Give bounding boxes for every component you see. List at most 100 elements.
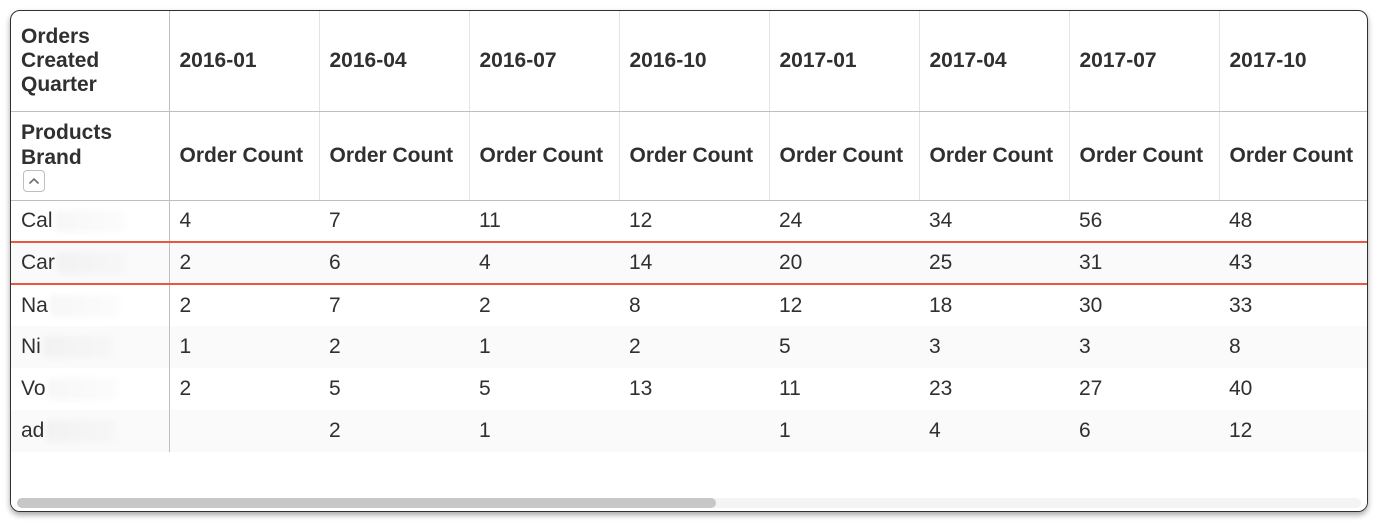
table-row: Vo 2 5 5 13 11 23 27 40: [11, 368, 1368, 410]
data-cell[interactable]: 18: [919, 284, 1069, 326]
data-cell[interactable]: 56: [1069, 200, 1219, 242]
brand-cell[interactable]: ad: [11, 410, 169, 452]
data-cell[interactable]: 14: [619, 242, 769, 284]
metric-label[interactable]: Order Count: [919, 111, 1069, 200]
horizontal-scrollbar[interactable]: [11, 493, 1367, 511]
metric-label[interactable]: Order Count: [1069, 111, 1219, 200]
data-cell[interactable]: 5: [769, 326, 919, 368]
data-cell[interactable]: 27: [1069, 368, 1219, 410]
redacted-text: [48, 378, 118, 400]
brand-text: ad: [21, 419, 44, 443]
scrollbar-track: [17, 498, 1361, 508]
data-cell[interactable]: 40: [1219, 368, 1368, 410]
data-cell[interactable]: 8: [619, 284, 769, 326]
data-cell[interactable]: 23: [919, 368, 1069, 410]
data-cell[interactable]: 3: [1069, 326, 1219, 368]
brand-text: Vo: [21, 377, 46, 401]
data-cell[interactable]: 2: [169, 242, 319, 284]
brand-cell[interactable]: Ni: [11, 326, 169, 368]
data-cell[interactable]: 25: [919, 242, 1069, 284]
data-cell[interactable]: 48: [1219, 200, 1368, 242]
pivot-table: Orders Created Quarter 2016-01 2016-04 2…: [11, 11, 1368, 452]
data-cell[interactable]: 2: [619, 326, 769, 368]
table-row: Ni 1 2 1 2 5 3 3 8: [11, 326, 1368, 368]
brand-cell[interactable]: Vo: [11, 368, 169, 410]
col-q-2017-07[interactable]: 2017-07: [1069, 11, 1219, 111]
data-cell[interactable]: 2: [169, 284, 319, 326]
data-cell[interactable]: 6: [1069, 410, 1219, 452]
sort-asc-button[interactable]: [23, 170, 45, 192]
row-dim-label[interactable]: Products Brand: [11, 111, 169, 200]
col-q-2016-01[interactable]: 2016-01: [169, 11, 319, 111]
data-cell[interactable]: 7: [319, 284, 469, 326]
data-cell[interactable]: [169, 410, 319, 452]
data-cell[interactable]: 5: [319, 368, 469, 410]
brand-text: Car: [21, 251, 55, 275]
table-row: ad 2 1 1 4 6 12: [11, 410, 1368, 452]
table-row-highlighted: Car 2 6 4 14 20 25 31 43: [11, 242, 1368, 284]
metric-label[interactable]: Order Count: [469, 111, 619, 200]
col-q-2017-01[interactable]: 2017-01: [769, 11, 919, 111]
row-dim-label-text: Products Brand: [21, 120, 159, 170]
table-row: Cal 4 7 11 12 24 34 56 48: [11, 200, 1368, 242]
data-cell[interactable]: 8: [1219, 326, 1368, 368]
metric-label[interactable]: Order Count: [619, 111, 769, 200]
redacted-text: [46, 420, 116, 442]
data-cell[interactable]: 1: [769, 410, 919, 452]
header-row-measure: Products Brand Order Count Order Count O…: [11, 111, 1368, 200]
col-q-2016-04[interactable]: 2016-04: [319, 11, 469, 111]
brand-cell[interactable]: Car: [11, 242, 169, 284]
metric-label[interactable]: Order Count: [169, 111, 319, 200]
redacted-text: [55, 210, 125, 232]
data-cell[interactable]: 24: [769, 200, 919, 242]
brand-cell[interactable]: Na: [11, 284, 169, 326]
metric-label[interactable]: Order Count: [1219, 111, 1368, 200]
brand-text: Na: [21, 294, 48, 318]
brand-text: Ni: [21, 335, 41, 359]
data-cell[interactable]: 11: [469, 200, 619, 242]
data-cell[interactable]: 7: [319, 200, 469, 242]
pivot-table-card: Orders Created Quarter 2016-01 2016-04 2…: [10, 10, 1368, 512]
redacted-text: [57, 252, 127, 274]
redacted-text: [43, 336, 113, 358]
redacted-text: [50, 295, 120, 317]
brand-cell[interactable]: Cal: [11, 200, 169, 242]
metric-label[interactable]: Order Count: [769, 111, 919, 200]
data-cell[interactable]: 33: [1219, 284, 1368, 326]
data-cell[interactable]: 12: [769, 284, 919, 326]
data-cell[interactable]: 6: [319, 242, 469, 284]
col-q-2016-10[interactable]: 2016-10: [619, 11, 769, 111]
data-cell[interactable]: 30: [1069, 284, 1219, 326]
col-q-2017-10[interactable]: 2017-10: [1219, 11, 1368, 111]
data-cell[interactable]: 1: [469, 410, 619, 452]
data-cell[interactable]: 20: [769, 242, 919, 284]
metric-label[interactable]: Order Count: [319, 111, 469, 200]
data-cell[interactable]: 2: [469, 284, 619, 326]
chevron-up-icon: [29, 176, 39, 186]
data-cell[interactable]: 43: [1219, 242, 1368, 284]
data-cell[interactable]: 4: [469, 242, 619, 284]
data-cell[interactable]: 2: [169, 368, 319, 410]
col-q-2017-04[interactable]: 2017-04: [919, 11, 1069, 111]
data-cell[interactable]: 2: [319, 326, 469, 368]
data-cell[interactable]: 1: [469, 326, 619, 368]
data-cell[interactable]: 34: [919, 200, 1069, 242]
data-cell[interactable]: 4: [169, 200, 319, 242]
header-row-quarters: Orders Created Quarter 2016-01 2016-04 2…: [11, 11, 1368, 111]
data-cell[interactable]: 12: [1219, 410, 1368, 452]
scrollbar-thumb[interactable]: [17, 498, 716, 508]
brand-text: Cal: [21, 209, 53, 233]
data-cell[interactable]: 5: [469, 368, 619, 410]
table-row: Na 2 7 2 8 12 18 30 33: [11, 284, 1368, 326]
data-cell[interactable]: 12: [619, 200, 769, 242]
data-cell[interactable]: 11: [769, 368, 919, 410]
data-cell[interactable]: 3: [919, 326, 1069, 368]
data-cell[interactable]: 4: [919, 410, 1069, 452]
data-cell[interactable]: 1: [169, 326, 319, 368]
data-cell[interactable]: [619, 410, 769, 452]
data-cell[interactable]: 13: [619, 368, 769, 410]
data-cell[interactable]: 2: [319, 410, 469, 452]
col-q-2016-07[interactable]: 2016-07: [469, 11, 619, 111]
data-cell[interactable]: 31: [1069, 242, 1219, 284]
pivot-dim-label[interactable]: Orders Created Quarter: [11, 11, 169, 111]
